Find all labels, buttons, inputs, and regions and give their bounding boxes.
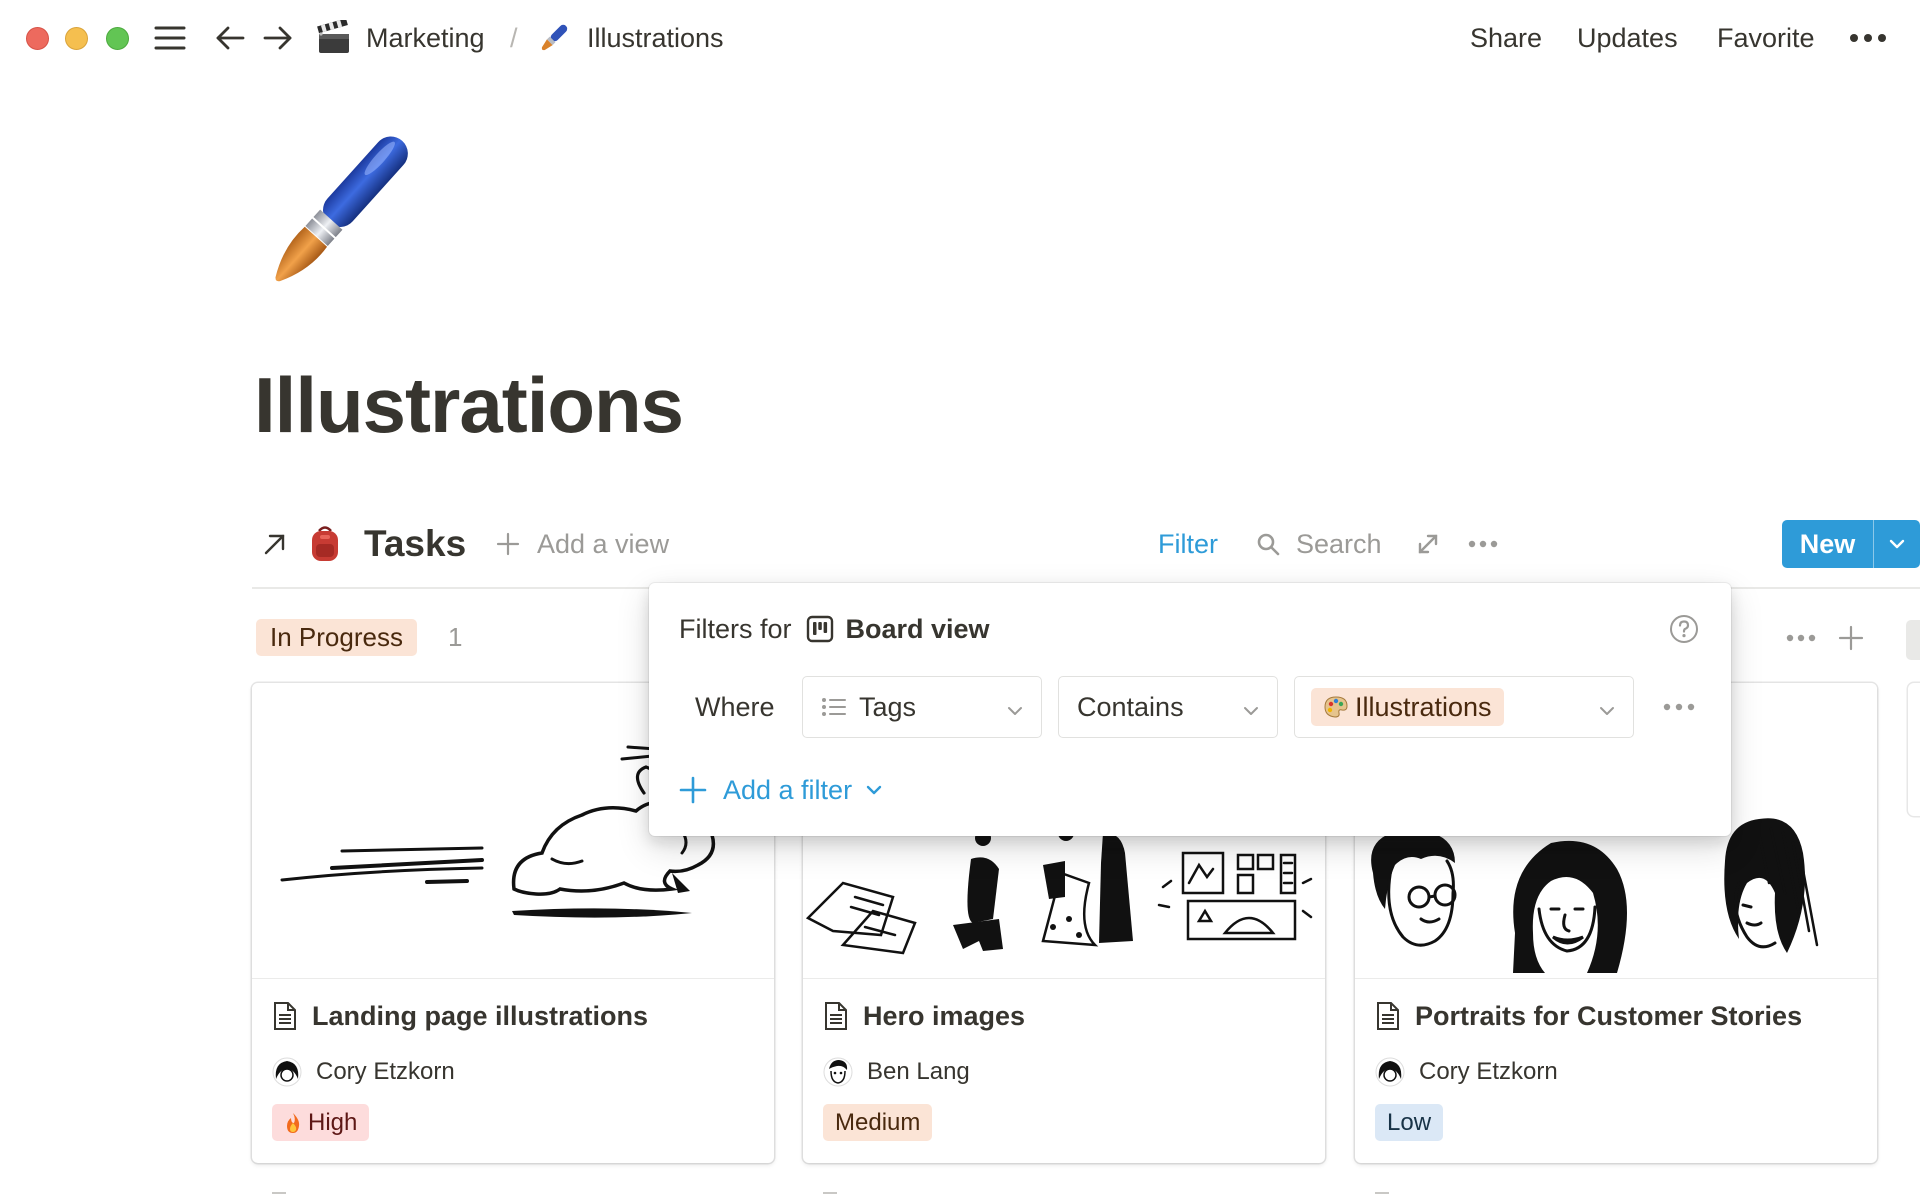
database-more-icon[interactable]: [1468, 520, 1502, 568]
document-icon: [823, 1001, 849, 1031]
page-icon-paintbrush[interactable]: [255, 125, 425, 295]
next-group-card[interactable]: [1908, 683, 1920, 816]
chevron-down-icon: [1005, 697, 1025, 728]
open-as-page-icon[interactable]: [262, 520, 294, 568]
add-filter-button[interactable]: Add a filter: [679, 768, 884, 812]
filter-popover: Filters for Board view Where Tags Contai…: [649, 583, 1731, 836]
filter-property-value: Tags: [859, 691, 917, 722]
avatar: [272, 1057, 302, 1087]
group-label-in-progress[interactable]: In Progress: [256, 619, 417, 656]
card-title[interactable]: Portraits for Customer Stories: [1415, 1001, 1802, 1032]
hidden-card-edge: [1375, 1192, 1389, 1194]
chevron-down-icon[interactable]: [1874, 520, 1920, 568]
filter-row-more-icon[interactable]: [1663, 695, 1699, 719]
filter-button[interactable]: Filter: [1158, 520, 1218, 568]
breadcrumb-illustrations[interactable]: Illustrations: [587, 18, 724, 58]
hidden-card-edge: [823, 1192, 837, 1194]
search-icon[interactable]: [1256, 520, 1286, 568]
chevron-down-icon: [1241, 697, 1261, 728]
assignee-name: Cory Etzkorn: [316, 1058, 455, 1085]
group-count: 1: [448, 622, 463, 652]
fire-icon: [284, 1112, 302, 1134]
updates-button[interactable]: Updates: [1577, 18, 1678, 58]
breadcrumb-separator: /: [510, 22, 518, 53]
expand-icon[interactable]: [1416, 520, 1446, 568]
card-title[interactable]: Landing page illustrations: [312, 1001, 648, 1032]
window-close-button[interactable]: [26, 27, 49, 50]
filter-operator-select[interactable]: Contains: [1058, 676, 1278, 738]
assignee-name: Ben Lang: [867, 1058, 970, 1085]
avatar: [823, 1057, 853, 1087]
document-icon: [272, 1001, 298, 1031]
sidebar-toggle-icon[interactable]: [152, 18, 188, 58]
avatar: [1375, 1057, 1405, 1087]
board-view-icon: [806, 615, 834, 643]
add-view-button[interactable]: Add a view: [537, 520, 669, 568]
card-title[interactable]: Hero images: [863, 1001, 1025, 1032]
filter-operator-value: Contains: [1077, 691, 1184, 722]
filter-where-label: Where: [695, 691, 775, 722]
window-minimize-button[interactable]: [65, 27, 88, 50]
add-filter-label: Add a filter: [723, 774, 853, 805]
paintbrush-icon: [534, 18, 574, 58]
new-button[interactable]: New: [1782, 520, 1920, 568]
palette-icon: [1323, 695, 1349, 719]
more-options-icon[interactable]: [1848, 18, 1888, 58]
chevron-down-icon: [1597, 697, 1617, 728]
title-bar: Marketing / Illustrations Share Updates …: [0, 0, 1920, 76]
share-button[interactable]: Share: [1470, 18, 1542, 58]
plus-icon[interactable]: [496, 520, 526, 568]
assignee-name: Cory Etzkorn: [1419, 1058, 1558, 1085]
filter-view-name: Board view: [845, 613, 990, 644]
back-arrow-icon[interactable]: [212, 18, 248, 58]
priority-badge[interactable]: Low: [1375, 1104, 1444, 1141]
group-more-icon[interactable]: [1786, 619, 1820, 656]
database-title[interactable]: Tasks: [364, 520, 466, 568]
filter-popover-prefix: Filters for: [679, 613, 792, 644]
page-title[interactable]: Illustrations: [254, 360, 684, 451]
hidden-card-edge: [272, 1192, 286, 1194]
list-icon: [821, 697, 847, 717]
filter-value-label: Illustrations: [1355, 691, 1492, 722]
forward-arrow-icon[interactable]: [260, 18, 296, 58]
breadcrumb-marketing[interactable]: Marketing: [366, 18, 485, 58]
priority-badge[interactable]: Medium: [823, 1104, 933, 1141]
tag-pill-illustrations[interactable]: Illustrations: [1311, 688, 1504, 726]
favorite-button[interactable]: Favorite: [1717, 18, 1815, 58]
document-icon: [1375, 1001, 1401, 1031]
database-header: Tasks Add a view Filter Search New: [252, 520, 1920, 568]
filter-value-select[interactable]: Illustrations: [1294, 676, 1634, 738]
plus-icon: [679, 776, 707, 804]
search-button[interactable]: Search: [1296, 520, 1382, 568]
window-zoom-button[interactable]: [106, 27, 129, 50]
priority-label: Low: [1387, 1108, 1432, 1136]
priority-label: Medium: [835, 1108, 921, 1136]
filter-property-select[interactable]: Tags: [802, 676, 1042, 738]
group-add-icon[interactable]: [1838, 619, 1868, 656]
help-icon[interactable]: [1669, 614, 1699, 644]
priority-label: High: [308, 1108, 358, 1136]
priority-badge[interactable]: High: [272, 1104, 370, 1141]
chevron-down-icon: [864, 780, 884, 800]
clapper-board-icon: [314, 18, 354, 58]
next-group-label[interactable]: [1906, 620, 1920, 660]
new-button-label[interactable]: New: [1782, 520, 1874, 568]
backpack-icon: [308, 520, 346, 568]
